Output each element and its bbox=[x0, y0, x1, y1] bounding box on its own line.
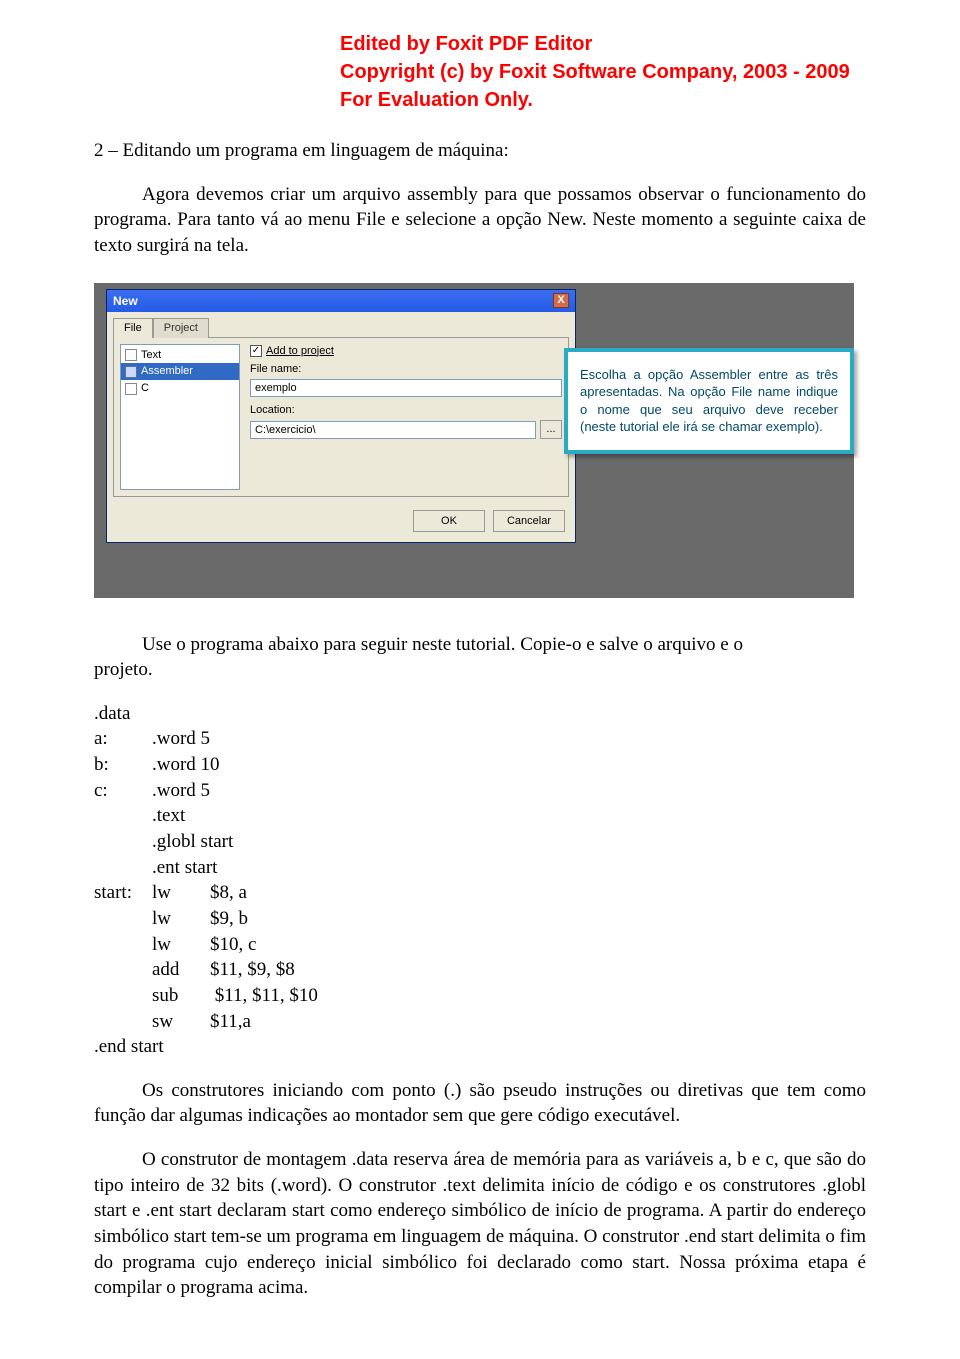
callout-box: Escolha a opção Assembler entre as três … bbox=[564, 348, 854, 454]
tab-project[interactable]: Project bbox=[153, 318, 209, 338]
file-name-label: File name: bbox=[250, 362, 562, 377]
list-item[interactable]: C bbox=[121, 380, 239, 397]
intro-paragraph: Agora devemos criar um arquivo assembly … bbox=[94, 182, 866, 259]
file-icon bbox=[125, 383, 137, 395]
constructors-paragraph-2: O construtor de montagem .data reserva á… bbox=[94, 1147, 866, 1301]
browse-button[interactable]: ... bbox=[540, 420, 562, 439]
list-item[interactable]: Text bbox=[121, 347, 239, 364]
use-paragraph-line2: projeto. bbox=[94, 657, 866, 683]
dialog-buttons: OK Cancelar bbox=[107, 504, 575, 543]
dialog-titlebar: New X bbox=[107, 290, 575, 312]
list-item[interactable]: Assembler bbox=[121, 363, 239, 380]
assembly-code: .data a:.word 5 b:.word 10 c:.word 5 .te… bbox=[94, 701, 866, 1060]
ok-button[interactable]: OK bbox=[413, 510, 485, 533]
file-icon bbox=[125, 366, 137, 378]
dialog-title: New bbox=[113, 293, 138, 309]
foxit-watermark: Edited by Foxit PDF Editor Copyright (c)… bbox=[0, 0, 960, 138]
section-heading: 2 – Editando um programa em linguagem de… bbox=[94, 138, 866, 164]
use-paragraph-line1: Use o programa abaixo para seguir neste … bbox=[94, 632, 866, 658]
new-dialog: New X File Project Text Assembler bbox=[106, 289, 576, 544]
watermark-line2: Copyright (c) by Foxit Software Company,… bbox=[340, 58, 960, 86]
file-type-list[interactable]: Text Assembler C bbox=[120, 344, 240, 490]
location-label: Location: bbox=[250, 403, 562, 418]
dialog-body: Text Assembler C ✓ Add to project bbox=[113, 337, 569, 497]
list-label-text: Text bbox=[141, 348, 161, 363]
file-name-input[interactable] bbox=[250, 379, 562, 397]
location-input[interactable] bbox=[250, 421, 536, 439]
add-to-project-checkbox[interactable]: ✓ Add to project bbox=[250, 344, 562, 359]
tab-file[interactable]: File bbox=[113, 318, 153, 338]
page-content: 2 – Editando um programa em linguagem de… bbox=[0, 138, 960, 1359]
add-to-project-label: Add to project bbox=[266, 344, 334, 359]
constructors-paragraph-1: Os construtores iniciando com ponto (.) … bbox=[94, 1078, 866, 1129]
list-label-c: C bbox=[141, 381, 149, 396]
dialog-form: ✓ Add to project File name: Location: ..… bbox=[250, 344, 562, 490]
close-icon[interactable]: X bbox=[553, 293, 569, 308]
watermark-line1: Edited by Foxit PDF Editor bbox=[340, 30, 960, 58]
screenshot-area: New X File Project Text Assembler bbox=[94, 283, 854, 598]
file-icon bbox=[125, 349, 137, 361]
watermark-line3: For Evaluation Only. bbox=[340, 86, 960, 114]
dialog-tabs: File Project bbox=[107, 312, 575, 338]
checkbox-icon: ✓ bbox=[250, 345, 262, 357]
list-label-assembler: Assembler bbox=[141, 364, 193, 379]
cancel-button[interactable]: Cancelar bbox=[493, 510, 565, 533]
